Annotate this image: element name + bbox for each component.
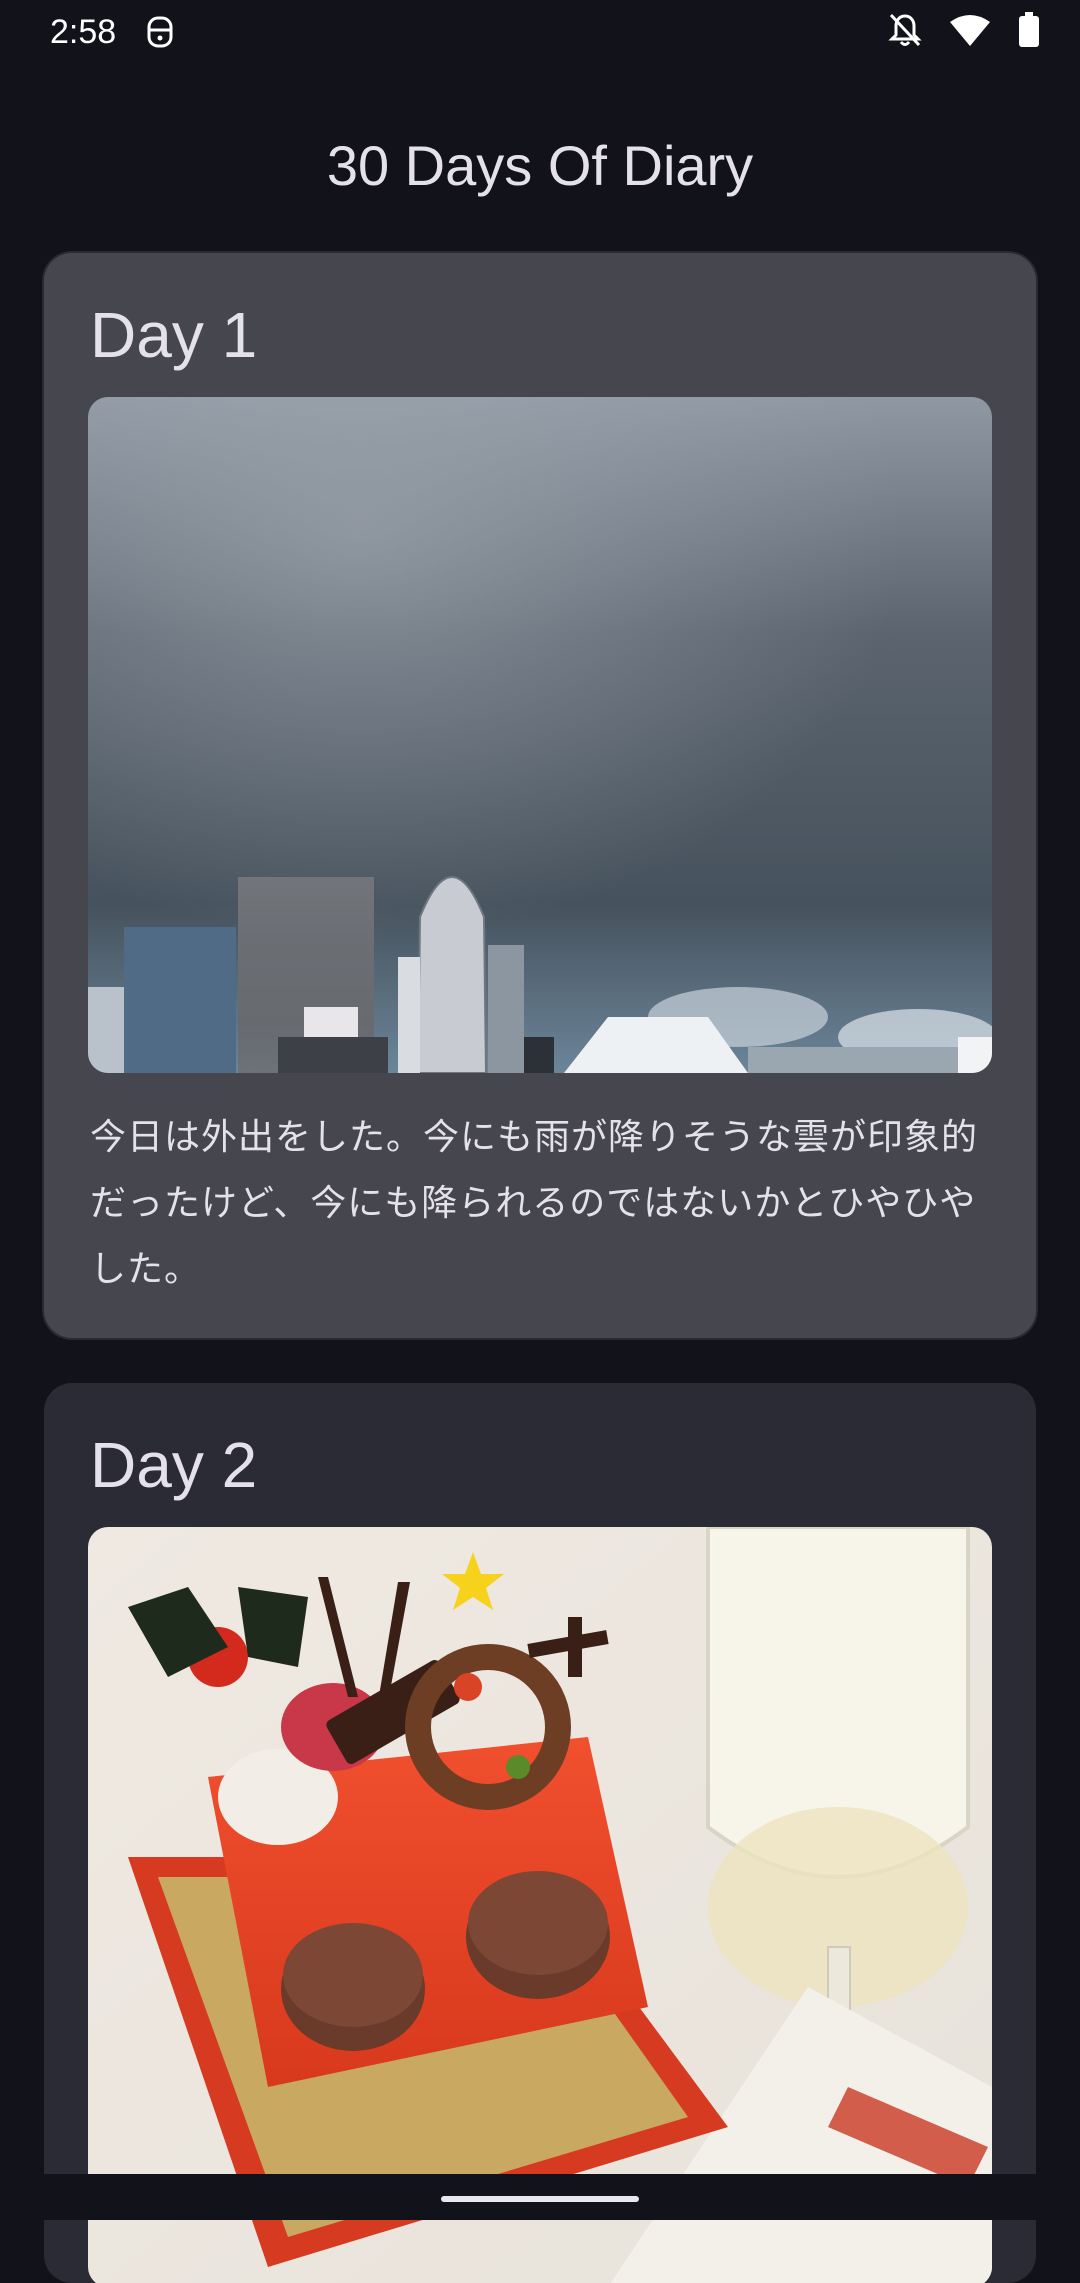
- face-icon: [145, 14, 175, 50]
- app-title: 30 Days Of Diary: [326, 134, 754, 197]
- battery-icon: [1018, 12, 1040, 52]
- day-title: Day 2: [90, 1429, 258, 1501]
- status-bar: 2:58: [0, 0, 1080, 64]
- diary-photo: [88, 1527, 992, 2283]
- notifications-off-icon: [888, 12, 922, 52]
- diary-card-day-1[interactable]: Day 1 今日は外出をした。今にも雨が降りそうな雲が印象的だったけど、今にも降…: [44, 253, 1036, 1338]
- status-time: 2:58: [50, 13, 117, 51]
- diary-photo: [88, 397, 992, 1073]
- home-indicator[interactable]: [441, 2196, 639, 2202]
- diary-entry-text: 今日は外出をした。今にも雨が降りそうな雲が印象的だったけど、今にも降られるのでは…: [90, 1117, 979, 1290]
- status-icons: [888, 12, 1040, 52]
- wifi-icon: [950, 14, 990, 50]
- day-title: Day 1: [90, 299, 258, 371]
- diary-card-day-2[interactable]: Day 2: [44, 1383, 1036, 2283]
